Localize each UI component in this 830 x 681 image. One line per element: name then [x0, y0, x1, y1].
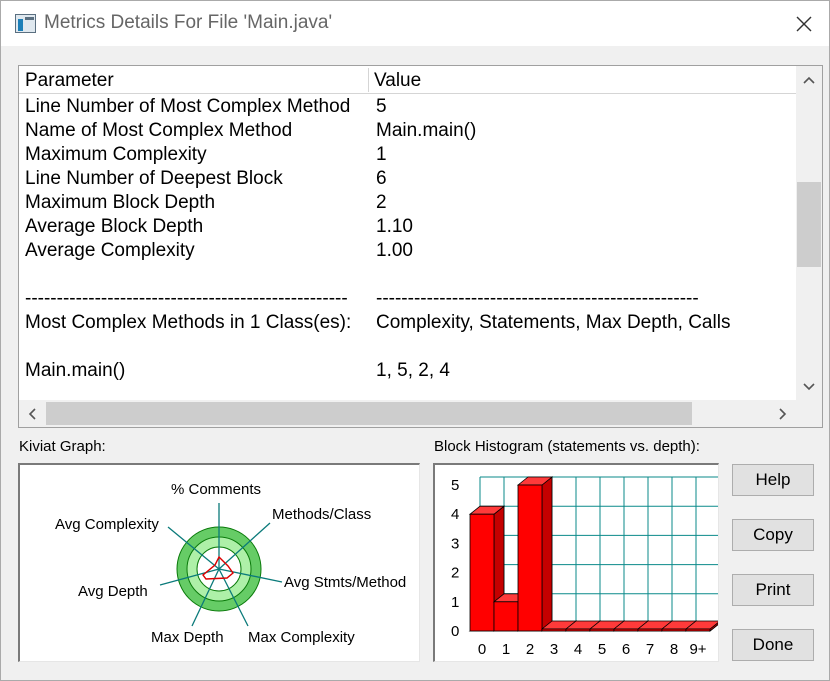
value-cell: 1, 5, 2, 4: [376, 360, 450, 381]
x-tick-label: 4: [574, 641, 582, 658]
x-tick-label: 2: [526, 641, 534, 658]
x-tick-label: 1: [502, 641, 510, 658]
value-cell: 1.10: [376, 216, 413, 237]
metrics-list[interactable]: Parameter Value Line Number of Most Comp…: [18, 65, 823, 428]
list-row[interactable]: [19, 264, 797, 288]
x-tick-label: 5: [598, 641, 606, 658]
value-cell: 2: [376, 192, 387, 213]
scroll-left-icon[interactable]: [22, 404, 42, 424]
parameter-cell: Average Block Depth: [25, 216, 204, 237]
help-button[interactable]: Help: [732, 464, 814, 496]
parameter-cell: Most Complex Methods in 1 Class(es):: [25, 312, 352, 333]
kiviat-axis-label-avg-stmts-method: Avg Stmts/Method: [284, 574, 406, 591]
block-histogram-label: Block Histogram (statements vs. depth):: [434, 438, 700, 455]
parameter-cell: Name of Most Complex Method: [25, 120, 293, 141]
vertical-scroll-thumb[interactable]: [797, 182, 821, 267]
x-tick-label: 8: [670, 641, 678, 658]
kiviat-graph: % Comments Methods/Class Avg Stmts/Metho…: [18, 463, 420, 662]
x-tick-label: 7: [646, 641, 654, 658]
column-divider[interactable]: [368, 68, 369, 92]
parameter-cell: ----------------------------------------…: [25, 288, 348, 309]
scroll-up-icon[interactable]: [799, 70, 819, 90]
value-cell: 1: [376, 144, 387, 165]
list-row[interactable]: Average Block Depth 1.10: [19, 216, 797, 240]
y-tick-label: 4: [451, 506, 459, 523]
kiviat-axis-label-max-depth: Max Depth: [151, 629, 224, 646]
list-row[interactable]: Line Number of Most Complex Method 5: [19, 96, 797, 120]
column-header-parameter[interactable]: Parameter: [25, 70, 114, 92]
copy-button[interactable]: Copy: [732, 519, 814, 551]
y-tick-label: 0: [451, 623, 459, 640]
value-cell: 6: [376, 168, 387, 189]
close-icon[interactable]: [789, 9, 819, 39]
x-tick-label: 3: [550, 641, 558, 658]
y-tick-label: 5: [451, 477, 459, 494]
parameter-cell: Average Complexity: [25, 240, 195, 261]
list-row[interactable]: Name of Most Complex Method Main.main(): [19, 120, 797, 144]
list-row[interactable]: Main.main() 1, 5, 2, 4: [19, 360, 797, 384]
column-header-value[interactable]: Value: [374, 70, 421, 92]
kiviat-axis-label-avg-complexity: Avg Complexity: [55, 516, 159, 533]
parameter-cell: Maximum Block Depth: [25, 192, 216, 213]
list-row[interactable]: Most Complex Methods in 1 Class(es): Comp…: [19, 312, 797, 336]
horizontal-scrollbar[interactable]: [19, 400, 822, 427]
list-row[interactable]: Maximum Complexity 1: [19, 144, 797, 168]
scroll-right-icon[interactable]: [773, 404, 793, 424]
app-icon: [15, 14, 36, 33]
kiviat-axis-label-comments: % Comments: [171, 481, 261, 498]
x-tick-label: 0: [478, 641, 486, 658]
list-rows: Line Number of Most Complex Method 5 Name …: [19, 96, 797, 384]
kiviat-graph-canvas: % Comments Methods/Class Avg Stmts/Metho…: [55, 481, 406, 646]
done-button[interactable]: Done: [732, 629, 814, 661]
value-cell: Complexity, Statements, Max Depth, Calls: [376, 312, 731, 333]
list-row[interactable]: Line Number of Deepest Block 6: [19, 168, 797, 192]
y-tick-label: 1: [451, 594, 459, 611]
kiviat-axis-label-avg-depth: Avg Depth: [78, 583, 148, 600]
block-histogram: 0 1 2 3 4 5 0 1 2 3 4 5 6 7 8 9+: [433, 463, 722, 662]
value-cell: 1.00: [376, 240, 413, 261]
x-tick-label: 6: [622, 641, 630, 658]
x-tick-label: 9+: [689, 641, 706, 658]
list-header: Parameter Value: [19, 66, 797, 94]
scroll-down-icon[interactable]: [799, 377, 819, 397]
title-bar: Metrics Details For File 'Main.java': [1, 1, 829, 46]
list-row[interactable]: Average Complexity 1.00: [19, 240, 797, 264]
parameter-cell: Main.main(): [25, 360, 126, 381]
metrics-details-window: Metrics Details For File 'Main.java' Par…: [0, 0, 830, 681]
value-cell: ----------------------------------------…: [376, 288, 699, 309]
list-row[interactable]: [19, 336, 797, 360]
parameter-cell: Maximum Complexity: [25, 144, 207, 165]
value-cell: 5: [376, 96, 387, 117]
block-histogram-chart: 0123450 1 2 3 4 5 6 7 8 9+: [451, 476, 722, 658]
parameter-cell: Line Number of Most Complex Method: [25, 96, 351, 117]
horizontal-scroll-thumb[interactable]: [46, 402, 692, 425]
print-button[interactable]: Print: [732, 574, 814, 606]
vertical-scrollbar[interactable]: [796, 66, 822, 401]
kiviat-graph-label: Kiviat Graph:: [19, 438, 106, 455]
list-row[interactable]: ----------------------------------------…: [19, 288, 797, 312]
list-row[interactable]: Maximum Block Depth 2: [19, 192, 797, 216]
kiviat-axis-label-methods-class: Methods/Class: [272, 506, 371, 523]
parameter-cell: Line Number of Deepest Block: [25, 168, 283, 189]
window-title: Metrics Details For File 'Main.java': [44, 12, 333, 33]
value-cell: Main.main(): [376, 120, 477, 141]
kiviat-axis-label-max-complexity: Max Complexity: [248, 629, 355, 646]
y-tick-label: 3: [451, 535, 459, 552]
y-tick-label: 2: [451, 565, 459, 582]
histogram-bar: [516, 476, 554, 632]
